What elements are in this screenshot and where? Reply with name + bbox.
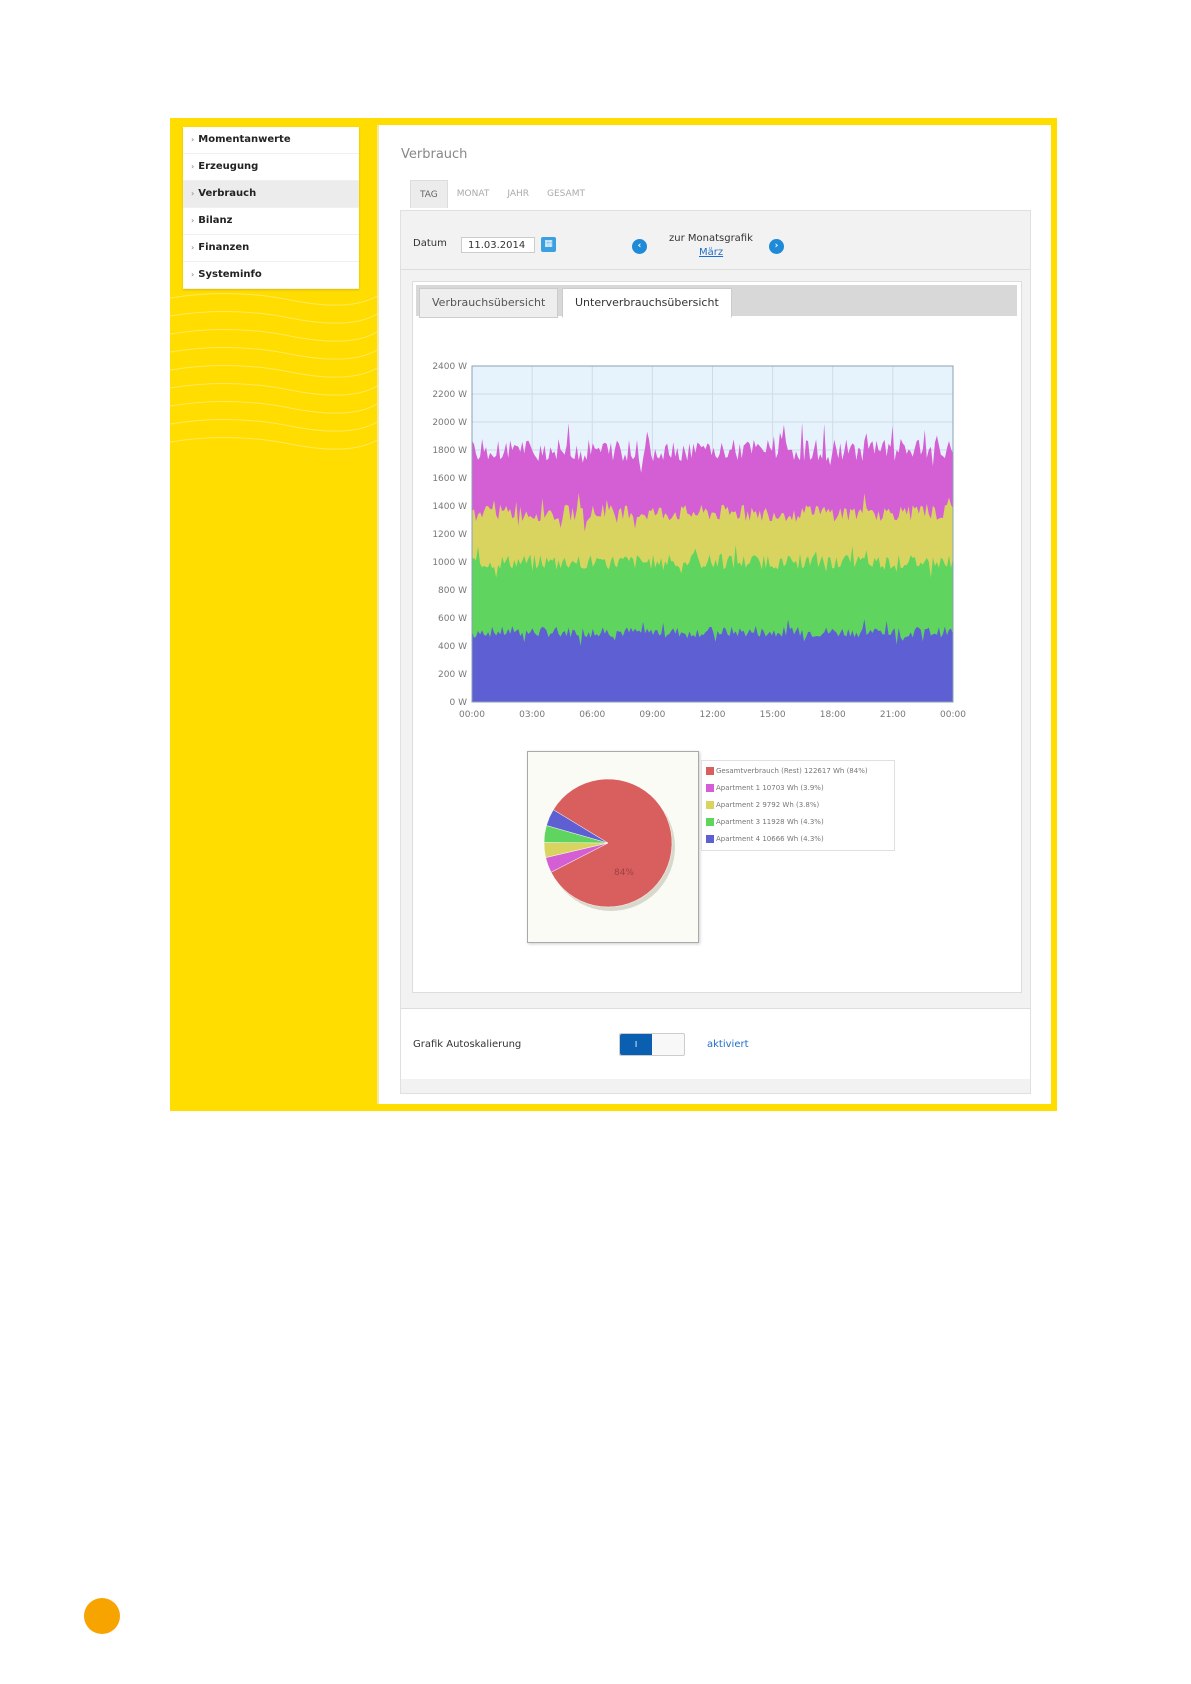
- y-tick-label: 2200 W: [432, 390, 467, 400]
- chevron-right-icon: ›: [191, 189, 195, 198]
- tab-gesamt[interactable]: GESAMT: [538, 180, 594, 208]
- y-tick-label: 200 W: [438, 670, 467, 680]
- tab-panel: Datum 11.03.2014 ▦ ‹ zur Monatsgrafik Mä…: [400, 210, 1031, 1094]
- decorative-waves: [170, 292, 377, 450]
- x-tick-label: 06:00: [579, 710, 605, 720]
- legend-label: Apartment 4 10666 Wh (4.3%): [716, 835, 824, 843]
- sidebar-item-finanzen[interactable]: › Finanzen: [183, 235, 359, 262]
- legend-item: Apartment 1 10703 Wh (3.9%): [702, 780, 894, 797]
- pie-slice-label: 84%: [614, 868, 634, 878]
- y-tick-label: 600 W: [438, 614, 467, 624]
- page-title: Verbrauch: [401, 147, 468, 162]
- legend-item: Apartment 2 9792 Wh (3.8%): [702, 797, 894, 814]
- sidebar-item-label: Verbrauch: [198, 188, 257, 199]
- x-tick-label: 00:00: [940, 710, 966, 720]
- autoscale-label: Grafik Autoskalierung: [413, 1039, 522, 1050]
- autoscale-row: Grafik Autoskalierung I aktiviert: [401, 1008, 1030, 1079]
- x-tick-label: 09:00: [639, 710, 665, 720]
- area-series: [472, 619, 953, 702]
- previous-day-button[interactable]: ‹: [632, 239, 647, 254]
- autoscale-toggle[interactable]: I: [619, 1033, 685, 1056]
- sidebar-item-verbrauch[interactable]: › Verbrauch: [183, 181, 359, 208]
- x-tick-label: 15:00: [760, 710, 786, 720]
- pie-legend: Gesamtverbrauch (Rest) 122617 Wh (84%) Ap…: [701, 760, 895, 851]
- x-tick-label: 12:00: [700, 710, 726, 720]
- monthly-graph-link[interactable]: März: [699, 247, 723, 258]
- legend-label: Apartment 1 10703 Wh (3.9%): [716, 784, 824, 792]
- legend-swatch: [706, 818, 714, 826]
- pie-chart-box: 84%: [527, 751, 699, 943]
- sidebar-item-momentanwerte[interactable]: › Momentanwerte: [183, 127, 359, 154]
- legend-label: Apartment 2 9792 Wh (3.8%): [716, 801, 820, 809]
- subview-tabs: Verbrauchsübersicht Unterverbrauchsübers…: [416, 285, 1017, 318]
- sidebar-item-label: Bilanz: [198, 215, 233, 226]
- chevron-right-icon: ›: [191, 270, 195, 279]
- chevron-right-icon: ›: [191, 135, 195, 144]
- toggle-on-indicator: I: [620, 1034, 652, 1055]
- tab-tag[interactable]: TAG: [410, 180, 448, 208]
- chart-container: Verbrauchsübersicht Unterverbrauchsübers…: [412, 281, 1022, 993]
- period-tabs: TAG MONAT JAHR GESAMT: [410, 180, 594, 208]
- y-tick-label: 2400 W: [432, 362, 467, 372]
- y-tick-label: 0 W: [450, 698, 468, 708]
- tab-unterverbrauchsuebersicht[interactable]: Unterverbrauchsübersicht: [562, 288, 732, 318]
- stacked-area-chart: 0 W 200 W 400 W 600 W 800 W 1000 W 1200 W 1400 …: [432, 362, 966, 720]
- y-tick-label: 800 W: [438, 586, 467, 596]
- legend-label: Apartment 3 11928 Wh (4.3%): [716, 818, 824, 826]
- sidebar-nav: › Momentanwerte › Erzeugung › Verbrauch › Bi…: [183, 127, 359, 289]
- y-tick-label: 1200 W: [432, 530, 467, 540]
- legend-label: Gesamtverbrauch (Rest) 122617 Wh (84%): [716, 767, 868, 775]
- chevron-right-icon: ›: [191, 216, 195, 225]
- legend-swatch: [706, 767, 714, 775]
- x-tick-label: 18:00: [820, 710, 846, 720]
- x-tick-label: 00:00: [459, 710, 485, 720]
- chevron-right-icon: ›: [191, 243, 195, 252]
- sidebar-item-label: Erzeugung: [198, 161, 259, 172]
- sidebar-item-label: Systeminfo: [198, 269, 262, 280]
- date-toolbar: Datum 11.03.2014 ▦ ‹ zur Monatsgrafik Mä…: [401, 211, 1030, 270]
- x-tick-label: 21:00: [880, 710, 906, 720]
- y-tick-label: 1600 W: [432, 474, 467, 484]
- x-tick-label: 03:00: [519, 710, 545, 720]
- next-day-button[interactable]: ›: [769, 239, 784, 254]
- tab-monat[interactable]: MONAT: [448, 180, 499, 208]
- date-label: Datum: [413, 238, 447, 249]
- pie-chart: 84%: [543, 778, 675, 911]
- tab-verbrauchsuebersicht[interactable]: Verbrauchsübersicht: [419, 288, 559, 318]
- main-content: Verbrauch TAG MONAT JAHR GESAMT Datum 11…: [377, 125, 1051, 1104]
- tab-jahr[interactable]: JAHR: [498, 180, 538, 208]
- autoscale-state: aktiviert: [707, 1039, 749, 1050]
- sidebar-item-bilanz[interactable]: › Bilanz: [183, 208, 359, 235]
- legend-item: Apartment 3 11928 Wh (4.3%): [702, 814, 894, 831]
- y-tick-label: 1800 W: [432, 446, 467, 456]
- y-tick-label: 1000 W: [432, 558, 467, 568]
- calendar-icon[interactable]: ▦: [541, 237, 556, 252]
- legend-item: Apartment 4 10666 Wh (4.3%): [702, 831, 894, 848]
- legend-swatch: [706, 784, 714, 792]
- date-field[interactable]: 11.03.2014: [461, 237, 535, 253]
- sidebar-item-systeminfo[interactable]: › Systeminfo: [183, 262, 359, 289]
- page-marker-dot: [84, 1598, 120, 1634]
- y-tick-label: 2000 W: [432, 418, 467, 428]
- chevron-right-icon: ›: [191, 162, 195, 171]
- app-frame: › Momentanwerte › Erzeugung › Verbrauch › Bi…: [170, 118, 1057, 1111]
- sidebar-item-label: Finanzen: [198, 242, 250, 253]
- legend-swatch: [706, 835, 714, 843]
- y-tick-label: 400 W: [438, 642, 467, 652]
- y-tick-label: 1400 W: [432, 502, 467, 512]
- legend-swatch: [706, 801, 714, 809]
- sidebar-item-label: Momentanwerte: [198, 134, 291, 145]
- legend-item: Gesamtverbrauch (Rest) 122617 Wh (84%): [702, 763, 894, 780]
- sidebar-item-erzeugung[interactable]: › Erzeugung: [183, 154, 359, 181]
- monthly-graph-label: zur Monatsgrafik: [669, 233, 753, 244]
